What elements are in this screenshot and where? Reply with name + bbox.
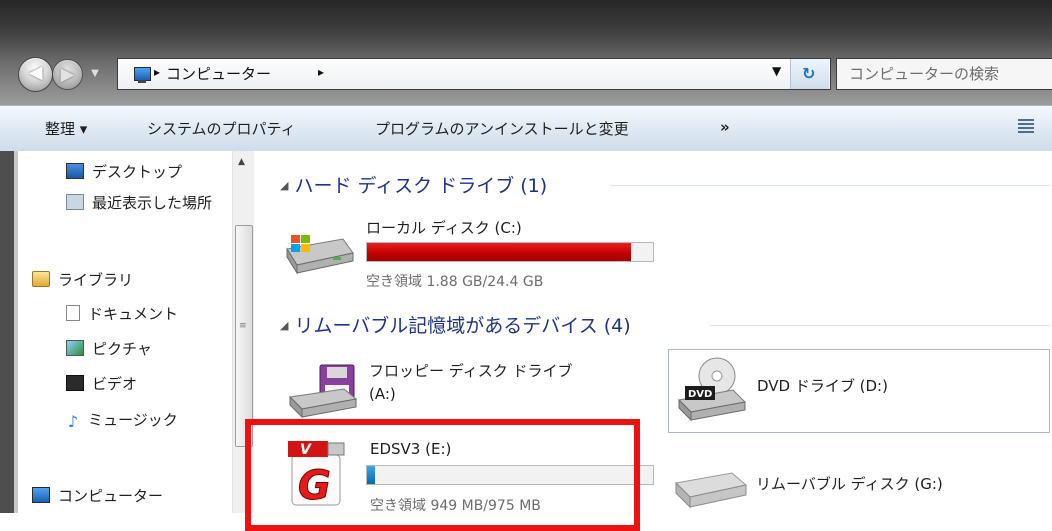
drive-name: ローカル ディスク (C:) <box>366 219 522 237</box>
removable-disk-icon <box>674 472 748 509</box>
group-title: リムーバブル記憶域があるデバイス (4) <box>294 315 631 337</box>
computer-icon <box>134 67 151 83</box>
forward-button[interactable]: ▶ <box>52 59 83 90</box>
picture-icon <box>66 340 84 356</box>
nav-item-label: ピクチャ <box>92 340 152 358</box>
address-bar[interactable]: ▸ コンピューター ▸ ▼ ↻ <box>117 58 831 90</box>
nav-item-videos[interactable]: ビデオ <box>66 373 137 394</box>
uninstall-program-button[interactable]: プログラムのアンインストールと変更 <box>375 118 629 139</box>
breadcrumb-computer[interactable]: コンピューター <box>166 63 271 84</box>
drive-name: リムーバブル ディスク (G:) <box>756 475 943 493</box>
history-dropdown-icon[interactable]: ▼ <box>88 62 102 86</box>
recent-places-icon <box>66 194 84 210</box>
refresh-button[interactable]: ↻ <box>790 59 829 89</box>
address-dropdown-icon[interactable]: ▼ <box>772 64 781 78</box>
desktop-icon <box>66 163 84 179</box>
group-title: ハード ディスク ドライブ (1) <box>294 175 548 197</box>
nav-item-label: ドキュメント <box>88 305 179 323</box>
search-input[interactable] <box>847 62 1052 86</box>
view-options-icon[interactable] <box>1018 119 1034 135</box>
nav-item-label: ミュージック <box>88 411 178 429</box>
system-properties-button[interactable]: システムのプロパティ <box>147 118 296 139</box>
floppy-drive-icon <box>288 364 358 419</box>
scrollbar-grip-icon: ≡ <box>239 321 247 331</box>
window-frame-edge <box>14 151 18 513</box>
video-icon <box>66 375 84 391</box>
nav-item-documents[interactable]: ドキュメント <box>66 303 178 324</box>
drive-item-d[interactable]: DVD DVD ドライブ (D:) <box>668 349 1050 433</box>
breadcrumb-separator-icon[interactable]: ▸ <box>154 65 160 79</box>
back-arrow-icon: ◀ <box>28 62 43 83</box>
nav-item-label: コンピューター <box>58 487 164 505</box>
breadcrumb-separator-icon[interactable]: ▸ <box>318 65 324 79</box>
nav-item-music[interactable]: ♪ ミュージック <box>66 409 178 430</box>
drive-name-line1: フロッピー ディスク ドライブ <box>369 362 573 380</box>
nav-item-label: ビデオ <box>92 375 138 393</box>
computer-icon <box>32 487 50 503</box>
window-title-bar: ◀ ▶ ▼ ▸ コンピューター ▸ ▼ ↻ <box>0 0 1052 105</box>
group-header-hdd[interactable]: ◢ ハード ディスク ドライブ (1) <box>280 171 547 198</box>
library-icon <box>32 271 50 287</box>
collapse-triangle-icon[interactable]: ◢ <box>280 319 288 332</box>
hard-disk-icon <box>286 235 354 275</box>
title-gloss <box>0 0 1052 38</box>
back-button[interactable]: ◀ <box>18 57 53 92</box>
group-divider <box>710 325 1050 326</box>
highlight-box <box>245 419 640 531</box>
nav-item-label: 最近表示した場所 <box>92 194 213 212</box>
more-commands-button[interactable]: » <box>720 118 730 136</box>
music-note-icon: ♪ <box>67 412 79 431</box>
refresh-icon: ↻ <box>802 64 816 83</box>
search-box[interactable] <box>836 58 1052 90</box>
group-divider <box>610 185 1050 186</box>
document-icon <box>66 305 80 321</box>
nav-item-desktop[interactable]: デスクトップ <box>66 161 182 182</box>
collapse-triangle-icon[interactable]: ◢ <box>280 179 288 192</box>
nav-item-libraries[interactable]: ライブラリ <box>32 269 133 290</box>
nav-item-recent[interactable]: 最近表示した場所 <box>66 192 212 213</box>
drive-name: DVD ドライブ (D:) <box>757 377 888 395</box>
drive-name-line2: (A:) <box>369 385 396 403</box>
nav-item-label: ライブラリ <box>58 271 134 289</box>
svg-text:DVD: DVD <box>688 389 712 400</box>
nav-item-pictures[interactable]: ピクチャ <box>66 338 152 359</box>
organize-button[interactable]: 整理 ▾ <box>45 118 87 139</box>
nav-item-label: デスクトップ <box>92 163 183 181</box>
dvd-drive-icon: DVD <box>677 357 747 422</box>
command-bar: 整理 ▾ システムのプロパティ プログラムのアンインストールと変更 » <box>0 105 1052 152</box>
window-frame <box>0 151 14 513</box>
forward-arrow-icon: ▶ <box>60 64 75 85</box>
capacity-bar <box>366 242 654 262</box>
capacity-fill <box>367 243 631 261</box>
navigation-pane: デスクトップ 最近表示した場所 ライブラリ ドキュメント ピクチャ ビデオ ♪ ミ… <box>0 151 258 513</box>
scroll-up-icon[interactable]: ▲ <box>238 157 245 167</box>
group-header-removable[interactable]: ◢ リムーバブル記憶域があるデバイス (4) <box>280 311 631 338</box>
free-space-text: 空き領域 1.88 GB/24.4 GB <box>366 274 544 290</box>
scrollbar-thumb[interactable] <box>235 225 253 447</box>
nav-item-computer[interactable]: コンピューター <box>32 485 163 506</box>
